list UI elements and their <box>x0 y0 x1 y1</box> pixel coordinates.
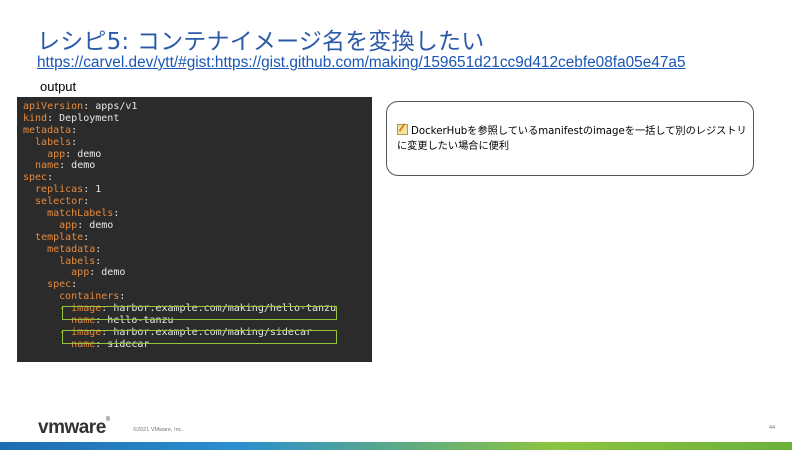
yaml-value: demo <box>83 219 114 231</box>
yaml-key: kind <box>23 112 48 124</box>
yaml-code-block: apiVersion: apps/v1 kind: Deployment metad… <box>17 97 372 362</box>
note-body: DockerHubを参照しているmanifestのimageを一括して別のレジス… <box>397 126 747 152</box>
code-line: containers: <box>23 291 126 303</box>
code-line: template: <box>23 231 90 243</box>
page-number: 44 <box>769 425 776 431</box>
code-line: selector: <box>23 196 90 208</box>
yaml-value: demo <box>95 267 126 279</box>
code-line: spec: <box>23 279 78 291</box>
yaml-key: app <box>23 148 66 160</box>
yaml-value: Deployment <box>53 112 120 124</box>
slide-title: レシピ5: コンテナイメージ名を変換したい <box>37 29 485 55</box>
code-line: metadata: <box>23 243 102 255</box>
yaml-key: selector <box>23 196 84 208</box>
memo-icon <box>397 124 408 135</box>
code-line: name: demo <box>23 160 96 172</box>
vmware-logo: vmware® <box>38 417 110 439</box>
image-highlight-box <box>62 306 337 320</box>
logo-registered-mark: ® <box>105 417 110 423</box>
code-line: apiVersion: apps/v1 <box>23 101 138 112</box>
output-label: output <box>40 79 77 94</box>
code-line: replicas: 1 <box>23 184 102 196</box>
code-line: metadata: <box>23 124 78 136</box>
yaml-key: apiVersion <box>23 101 84 112</box>
yaml-value: demo <box>65 160 96 172</box>
footer-gradient-bar <box>0 442 792 450</box>
yaml-key: matchLabels <box>23 208 114 220</box>
yaml-value: apps/v1 <box>89 101 138 112</box>
code-line: matchLabels: <box>23 208 120 220</box>
yaml-key: replicas <box>23 184 84 196</box>
image-highlight-box <box>62 330 337 344</box>
yaml-key: containers <box>23 291 120 303</box>
code-line: spec: <box>23 172 54 184</box>
note-text: DockerHubを参照しているmanifestのimageを一括して別のレジス… <box>397 124 747 154</box>
yaml-key: app <box>23 267 90 279</box>
yaml-key: labels <box>23 255 96 267</box>
yaml-value: demo <box>71 148 102 160</box>
yaml-key: app <box>23 219 78 231</box>
logo-text: vmware <box>38 417 106 438</box>
code-line: labels: <box>23 255 102 267</box>
yaml-key: name <box>23 160 60 172</box>
code-line: app: demo <box>23 267 126 279</box>
copyright-text: ©2021 VMware, Inc. <box>133 427 183 433</box>
yaml-key: metadata <box>23 124 72 136</box>
yaml-key: labels <box>23 136 72 148</box>
code-line: app: demo <box>23 148 102 160</box>
code-line: labels: <box>23 136 78 148</box>
yaml-key: spec <box>23 172 48 184</box>
gist-link[interactable]: https://carvel.dev/ytt/#gist:https://gis… <box>37 54 686 72</box>
yaml-key: template <box>23 231 84 243</box>
code-line: app: demo <box>23 219 114 231</box>
yaml-key: metadata <box>23 243 96 255</box>
note-callout: DockerHubを参照しているmanifestのimageを一括して別のレジス… <box>386 101 754 176</box>
yaml-value: 1 <box>89 184 102 196</box>
yaml-key: spec <box>23 279 72 291</box>
code-line: kind: Deployment <box>23 112 120 124</box>
